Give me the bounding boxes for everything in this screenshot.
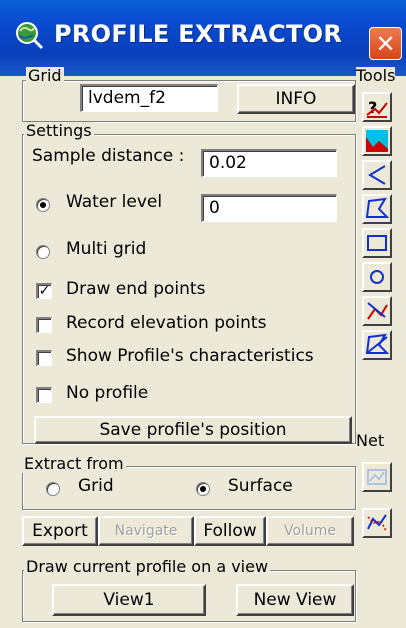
record-elevation-label: Record elevation points <box>66 313 267 333</box>
tool-clear-selection[interactable] <box>362 330 392 360</box>
extract-surface-label: Surface <box>228 476 293 496</box>
no-profile-checkbox[interactable] <box>36 387 52 403</box>
window-title: PROFILE EXTRACTOR <box>54 20 343 48</box>
polygon-icon <box>365 197 389 218</box>
clear-selection-icon <box>365 333 389 354</box>
info-button-label: INFO <box>275 89 317 109</box>
line-profile-icon <box>367 302 388 320</box>
info-button[interactable]: INFO <box>237 84 355 114</box>
draw-end-points-checkbox[interactable]: ✓ <box>36 283 52 299</box>
extract-surface-radio[interactable] <box>196 482 210 496</box>
close-icon: ✕ <box>375 29 396 58</box>
water-level-field[interactable]: 0 <box>201 194 337 222</box>
extract-grid-label: Grid <box>78 476 114 496</box>
tool-profile-query[interactable]: ? <box>362 92 392 122</box>
polyline-icon <box>368 165 386 185</box>
tools-legend: Tools <box>356 66 396 85</box>
tool-rectangle[interactable] <box>362 228 392 258</box>
no-profile-label: No profile <box>66 383 149 403</box>
water-level-label: Water level <box>66 192 163 212</box>
multi-grid-radio[interactable] <box>36 245 50 259</box>
export-label: Export <box>32 521 88 541</box>
grid-name-field[interactable]: lvdem_f2 <box>80 84 218 112</box>
record-elevation-checkbox[interactable] <box>36 317 52 333</box>
title-bar[interactable]: PROFILE EXTRACTOR ✕ <box>0 0 406 76</box>
extract-grid-radio[interactable] <box>46 482 60 496</box>
rectangle-icon <box>367 235 387 251</box>
tool-polygon[interactable] <box>362 194 392 224</box>
new-view-button[interactable]: New View <box>236 584 354 616</box>
show-characteristics-label: Show Profile's characteristics <box>66 346 314 366</box>
net-build-button[interactable] <box>362 462 392 492</box>
volume-label: Volume <box>283 523 337 539</box>
net-export-button[interactable] <box>362 508 392 538</box>
water-fill-icon <box>366 130 388 152</box>
draw-end-points-label: Draw end points <box>66 279 206 299</box>
show-characteristics-checkbox[interactable] <box>36 350 52 366</box>
draw-view-legend: Draw current profile on a view <box>24 557 271 576</box>
extract-legend: Extract from <box>22 454 126 473</box>
navigate-label: Navigate <box>114 523 178 539</box>
settings-legend: Settings <box>24 121 94 140</box>
volume-button[interactable]: Volume <box>266 516 354 546</box>
profile-query-icon: ? <box>366 98 388 118</box>
net-export-icon <box>367 514 387 532</box>
globe-search-icon <box>16 22 44 50</box>
tool-polyline[interactable] <box>362 160 392 190</box>
save-position-label: Save profile's position <box>99 420 287 440</box>
close-button[interactable]: ✕ <box>369 27 402 60</box>
multi-grid-label: Multi grid <box>66 239 147 259</box>
view1-label: View1 <box>103 590 155 610</box>
save-position-button[interactable]: Save profile's position <box>34 416 352 444</box>
export-button[interactable]: Export <box>22 516 98 546</box>
tool-line-profile[interactable] <box>362 296 392 326</box>
net-legend: Net <box>356 431 385 450</box>
circle-icon <box>370 270 384 284</box>
tool-circle[interactable] <box>362 262 392 292</box>
follow-button[interactable]: Follow <box>194 516 266 546</box>
tool-water-fill[interactable] <box>362 126 392 156</box>
sample-distance-field[interactable]: 0.02 <box>201 149 337 177</box>
net-build-icon <box>367 469 387 485</box>
new-view-label: New View <box>253 590 337 610</box>
grid-legend: Grid <box>26 66 64 85</box>
water-level-radio[interactable] <box>36 198 50 212</box>
profile-extractor-window: PROFILE EXTRACTOR ✕ Grid lvdem_f2 INFO T… <box>0 0 406 628</box>
follow-label: Follow <box>203 521 257 541</box>
sample-distance-label: Sample distance : <box>32 146 185 166</box>
view1-button[interactable]: View1 <box>52 584 206 616</box>
navigate-button[interactable]: Navigate <box>98 516 194 546</box>
